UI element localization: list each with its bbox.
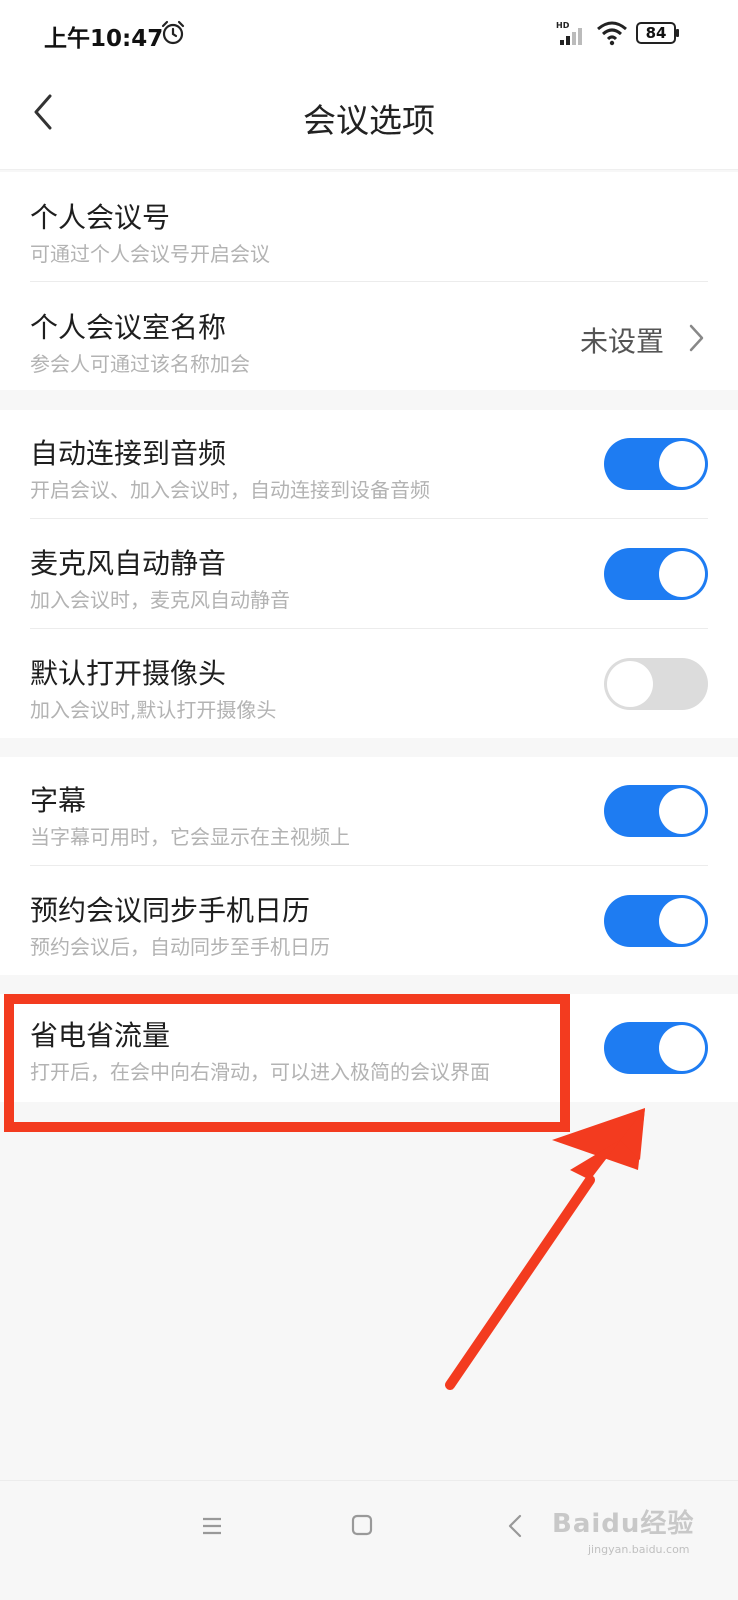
section-audio-video: 自动连接到音频 开启会议、加入会议时，自动连接到设备音频 麦克风自动静音 加入会…: [0, 410, 738, 738]
status-time: 上午10:47: [44, 26, 164, 52]
system-nav-bar: Baidu经验 jingyan.baidu.com: [0, 1480, 738, 1600]
row-title: 麦克风自动静音: [30, 547, 227, 580]
nav-bar: 会议选项: [0, 70, 738, 170]
row-personal-meeting-id[interactable]: 个人会议号 可通过个人会议号开启会议: [0, 172, 738, 282]
row-calendar-sync: 预约会议同步手机日历 预约会议后，自动同步至手机日历: [0, 867, 738, 975]
wifi-icon: [597, 21, 627, 46]
back-icon[interactable]: [505, 1513, 525, 1539]
row-subtitle: 预约会议后，自动同步至手机日历: [30, 935, 330, 959]
page-title: 会议选项: [303, 101, 435, 140]
toggle-knob: [659, 551, 705, 597]
home-icon[interactable]: [350, 1513, 374, 1537]
watermark-logo: Baidu经验: [552, 1509, 695, 1539]
network-badge: HD: [556, 21, 570, 30]
signal-icon: HD: [556, 21, 582, 45]
menu-icon[interactable]: [200, 1514, 224, 1538]
power-saving-toggle[interactable]: [604, 1022, 708, 1074]
status-bar: 上午10:47 HD 84: [0, 0, 738, 70]
toggle-knob: [607, 661, 653, 707]
row-title: 预约会议同步手机日历: [30, 894, 311, 927]
calendar-sync-toggle[interactable]: [604, 895, 708, 947]
section-subtitles-calendar: 字幕 当字幕可用时，它会显示在主视频上 预约会议同步手机日历 预约会议后，自动同…: [0, 757, 738, 975]
row-mic-auto-mute: 麦克风自动静音 加入会议时，麦克风自动静音: [0, 520, 738, 630]
row-personal-room-name[interactable]: 个人会议室名称 参会人可通过该名称加会 未设置: [0, 282, 738, 390]
row-subtitle: 参会人可通过该名称加会: [30, 352, 250, 376]
row-subtitle: 打开后，在会中向右滑动，可以进入极简的会议界面: [30, 1060, 490, 1084]
section-meeting-id: 个人会议号 可通过个人会议号开启会议 个人会议室名称 参会人可通过该名称加会 未…: [0, 172, 738, 390]
battery-level: 84: [645, 24, 667, 42]
row-title: 字幕: [30, 784, 87, 817]
row-subtitle: 加入会议时,默认打开摄像头: [30, 698, 277, 722]
row-title: 个人会议室名称: [30, 311, 227, 344]
section-power-saving: 省电省流量 打开后，在会中向右滑动，可以进入极简的会议界面: [0, 994, 738, 1102]
subtitles-toggle[interactable]: [604, 785, 708, 837]
row-subtitle: 当字幕可用时，它会显示在主视频上: [30, 825, 350, 849]
row-title: 省电省流量: [30, 1019, 171, 1052]
divider: [30, 518, 708, 519]
annotation-arrow-icon: [445, 1108, 645, 1390]
row-subtitles: 字幕 当字幕可用时，它会显示在主视频上: [0, 757, 738, 867]
mic-auto-mute-toggle[interactable]: [604, 548, 708, 600]
watermark-url: jingyan.baidu.com: [588, 1543, 690, 1556]
divider: [30, 865, 708, 866]
row-title: 默认打开摄像头: [30, 657, 227, 690]
default-camera-toggle[interactable]: [604, 658, 708, 710]
room-name-value: 未设置: [579, 325, 664, 358]
row-subtitle: 开启会议、加入会议时，自动连接到设备音频: [30, 478, 430, 502]
row-auto-connect-audio: 自动连接到音频 开启会议、加入会议时，自动连接到设备音频: [0, 410, 738, 520]
toggle-knob: [659, 898, 705, 944]
row-default-camera: 默认打开摄像头 加入会议时,默认打开摄像头: [0, 630, 738, 738]
alarm-icon: [161, 20, 185, 45]
toggle-knob: [659, 788, 705, 834]
auto-connect-audio-toggle[interactable]: [604, 438, 708, 490]
toggle-knob: [659, 441, 705, 487]
row-title: 个人会议号: [30, 201, 171, 234]
row-subtitle: 加入会议时，麦克风自动静音: [30, 588, 290, 612]
chevron-right-icon: [689, 324, 704, 352]
toggle-knob: [659, 1025, 705, 1071]
row-subtitle: 可通过个人会议号开启会议: [30, 242, 270, 266]
row-power-saving: 省电省流量 打开后，在会中向右滑动，可以进入极简的会议界面: [0, 994, 738, 1102]
row-title: 自动连接到音频: [30, 437, 227, 470]
divider: [30, 628, 708, 629]
